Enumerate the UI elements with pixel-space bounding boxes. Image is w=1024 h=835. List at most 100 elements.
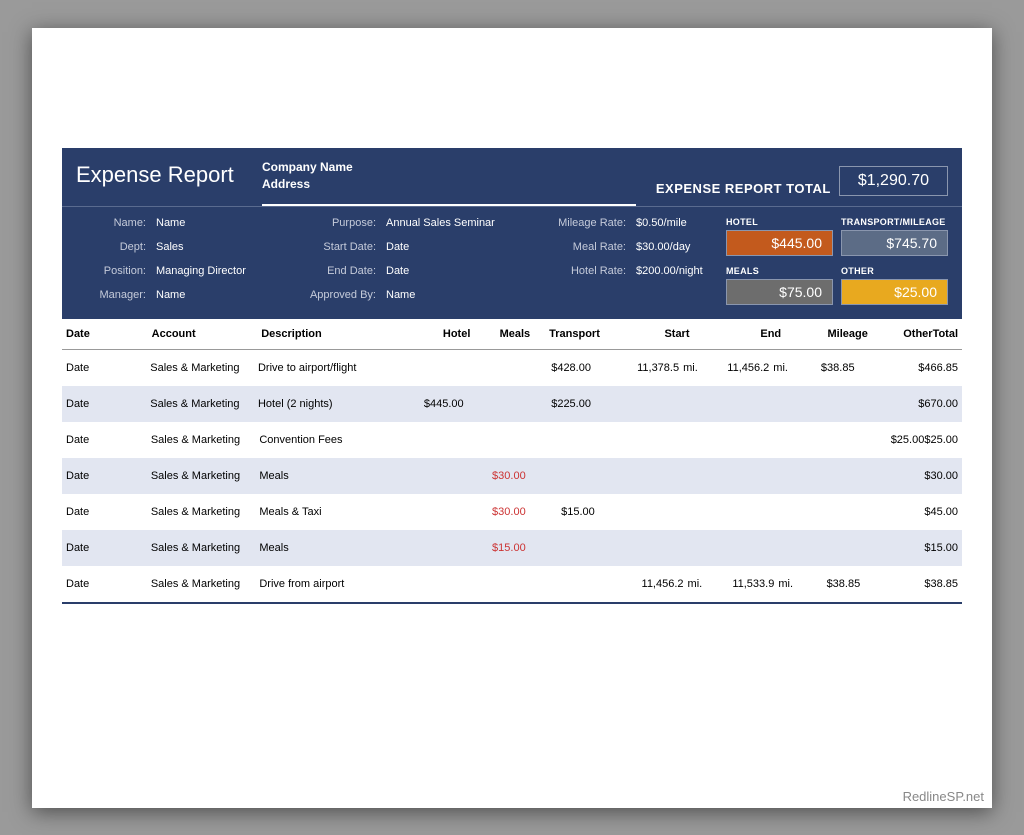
cell-total: $45.00 — [924, 506, 962, 518]
cell-account: Sales & Marketing — [151, 578, 260, 590]
transport-summary-value: $745.70 — [841, 230, 948, 256]
col-meals: Meals — [470, 328, 530, 340]
purpose-label: Purpose: — [306, 217, 386, 229]
cell-meals: $15.00 — [467, 542, 526, 554]
expense-table: Date Account Description Hotel Meals Tra… — [62, 319, 962, 604]
info-col-1: Name:Name Dept:Sales Position:Managing D… — [76, 217, 306, 305]
start-date-value: Date — [386, 241, 409, 253]
cell-date: Date — [62, 470, 151, 482]
name-value: Name — [156, 217, 185, 229]
other-summary-value: $25.00 — [841, 279, 948, 305]
position-value: Managing Director — [156, 265, 246, 277]
cell-end: 11,533.9 — [715, 578, 774, 590]
cell-description: Convention Fees — [259, 434, 392, 446]
cell-account: Sales & Marketing — [151, 542, 260, 554]
table-row: DateSales & MarketingConvention Fees $25.… — [62, 422, 962, 458]
cell-transport: $225.00 — [522, 398, 591, 410]
cell-date: Date — [62, 542, 151, 554]
info-col-2: Purpose:Annual Sales Seminar Start Date:… — [306, 217, 536, 305]
company-area: Company Name Address — [262, 148, 636, 206]
cell-end-unit: mi. — [774, 578, 806, 590]
table-row: DateSales & MarketingDrive to airport/fl… — [62, 350, 962, 386]
cell-total: $30.00 — [924, 470, 962, 482]
cell-meals: $30.00 — [467, 470, 526, 482]
cell-end: 11,456.2 — [711, 362, 770, 374]
col-end: End — [721, 328, 781, 340]
document-page: Expense Report Company Name Address EXPE… — [32, 28, 992, 808]
cell-date: Date — [62, 506, 151, 518]
cell-total: $670.00 — [918, 398, 962, 410]
cell-description: Drive from airport — [259, 578, 392, 590]
cell-date: Date — [62, 578, 151, 590]
cell-total: $15.00 — [924, 542, 962, 554]
col-description: Description — [261, 328, 395, 340]
cell-date: Date — [62, 434, 151, 446]
total-area: EXPENSE REPORT TOTAL $1,290.70 — [656, 148, 962, 206]
dept-label: Dept: — [76, 241, 156, 253]
cell-total: $25.00 — [924, 434, 962, 446]
end-date-label: End Date: — [306, 265, 386, 277]
approved-label: Approved By: — [306, 289, 386, 301]
cell-description: Meals & Taxi — [259, 506, 392, 518]
total-value: $1,290.70 — [839, 166, 948, 196]
cell-account: Sales & Marketing — [150, 362, 258, 374]
info-col-3: Mileage Rate:$0.50/mile Meal Rate:$30.00… — [536, 217, 726, 305]
hotel-rate-label: Hotel Rate: — [536, 265, 636, 277]
company-name: Company Name — [262, 160, 636, 174]
manager-label: Manager: — [76, 289, 156, 301]
header-bottom-row: Name:Name Dept:Sales Position:Managing D… — [62, 207, 962, 319]
col-mileage: Mileage — [813, 328, 868, 340]
dept-value: Sales — [156, 241, 184, 253]
cell-account: Sales & Marketing — [151, 434, 260, 446]
cell-description: Drive to airport/flight — [258, 362, 390, 374]
cell-end-unit: mi. — [769, 362, 800, 374]
col-total: Total — [933, 328, 962, 340]
col-date: Date — [62, 328, 152, 340]
cell-date: Date — [62, 398, 150, 410]
col-start: Start — [600, 328, 690, 340]
position-label: Position: — [76, 265, 156, 277]
end-date-value: Date — [386, 265, 409, 277]
cell-total: $38.85 — [924, 578, 962, 590]
cell-start: 11,378.5 — [591, 362, 679, 374]
transport-summary-label: TRANSPORT/MILEAGE — [841, 217, 948, 227]
table-body: DateSales & MarketingDrive to airport/fl… — [62, 350, 962, 602]
cell-hotel: $445.00 — [390, 398, 463, 410]
cell-transport: $15.00 — [526, 506, 595, 518]
cell-mileage: $38.85 — [801, 362, 855, 374]
summary-boxes: HOTEL $445.00 TRANSPORT/MILEAGE $745.70 ME… — [726, 217, 948, 305]
purpose-value: Annual Sales Seminar — [386, 217, 495, 229]
cell-other: $25.00 — [860, 434, 924, 446]
meal-rate-label: Meal Rate: — [536, 241, 636, 253]
cell-total: $466.85 — [918, 362, 962, 374]
title-area: Expense Report — [62, 148, 262, 206]
col-account: Account — [152, 328, 262, 340]
hotel-summary-value: $445.00 — [726, 230, 833, 256]
cell-meals: $30.00 — [467, 506, 526, 518]
mileage-rate-value: $0.50/mile — [636, 217, 687, 229]
cell-date: Date — [62, 362, 150, 374]
mileage-rate-label: Mileage Rate: — [536, 217, 636, 229]
report-title: Expense Report — [76, 162, 262, 188]
cell-account: Sales & Marketing — [151, 506, 260, 518]
meal-rate-value: $30.00/day — [636, 241, 690, 253]
cell-mileage: $38.85 — [806, 578, 860, 590]
table-row: DateSales & MarketingMeals$15.00$15.00 — [62, 530, 962, 566]
other-summary-label: OTHER — [841, 266, 948, 276]
table-row: DateSales & MarketingHotel (2 nights)$44… — [62, 386, 962, 422]
cell-start: 11,456.2 — [595, 578, 684, 590]
col-hotel: Hotel — [396, 328, 471, 340]
report-header: Expense Report Company Name Address EXPE… — [62, 148, 962, 319]
cell-account: Sales & Marketing — [150, 398, 258, 410]
cell-start-unit: mi. — [679, 362, 710, 374]
hotel-summary-label: HOTEL — [726, 217, 833, 227]
cell-description: Meals — [259, 470, 392, 482]
meals-summary-label: MEALS — [726, 266, 833, 276]
cell-account: Sales & Marketing — [151, 470, 260, 482]
table-header: Date Account Description Hotel Meals Tra… — [62, 319, 962, 350]
manager-value: Name — [156, 289, 185, 301]
name-label: Name: — [76, 217, 156, 229]
cell-transport: $428.00 — [522, 362, 591, 374]
cell-start-unit: mi. — [684, 578, 716, 590]
col-transport: Transport — [530, 328, 600, 340]
